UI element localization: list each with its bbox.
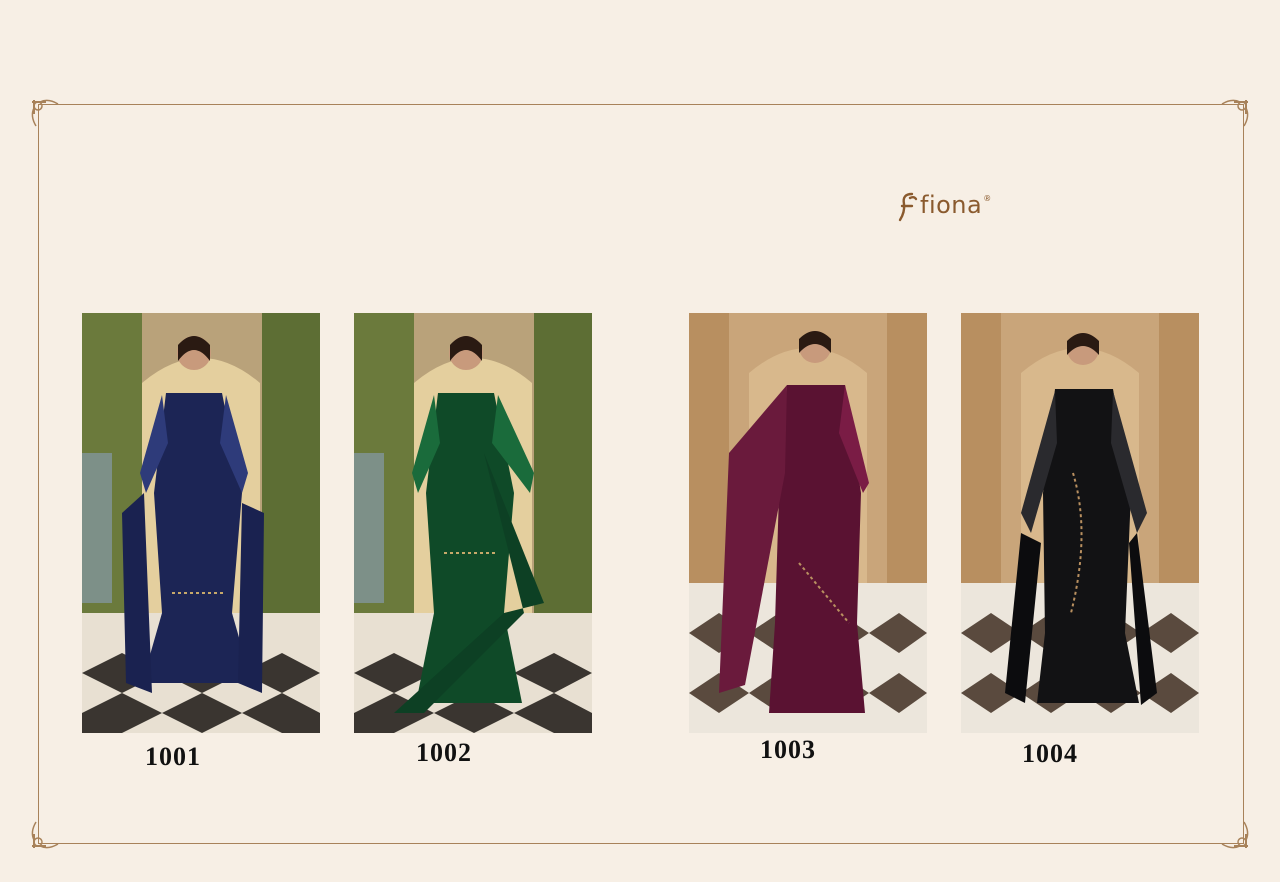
corner-ornament-icon	[1216, 96, 1252, 132]
product-photo-1003[interactable]	[689, 313, 927, 733]
product-code-label: 1001	[145, 742, 201, 771]
registered-mark: ®	[983, 194, 992, 203]
product-photo-1001[interactable]	[82, 313, 320, 733]
product-photo-1002[interactable]	[354, 313, 592, 733]
product-photo-1004[interactable]	[961, 313, 1199, 733]
brand-name: fiona	[920, 191, 983, 219]
corner-ornament-icon	[28, 816, 64, 852]
brand-swirl-icon	[898, 192, 918, 222]
brand-logo: fiona ®	[896, 190, 991, 224]
corner-ornament-icon	[28, 96, 64, 132]
corner-ornament-icon	[1216, 816, 1252, 852]
product-code-label: 1002	[416, 738, 472, 767]
product-code-label: 1004	[1022, 739, 1078, 768]
product-code-label: 1003	[760, 735, 816, 764]
